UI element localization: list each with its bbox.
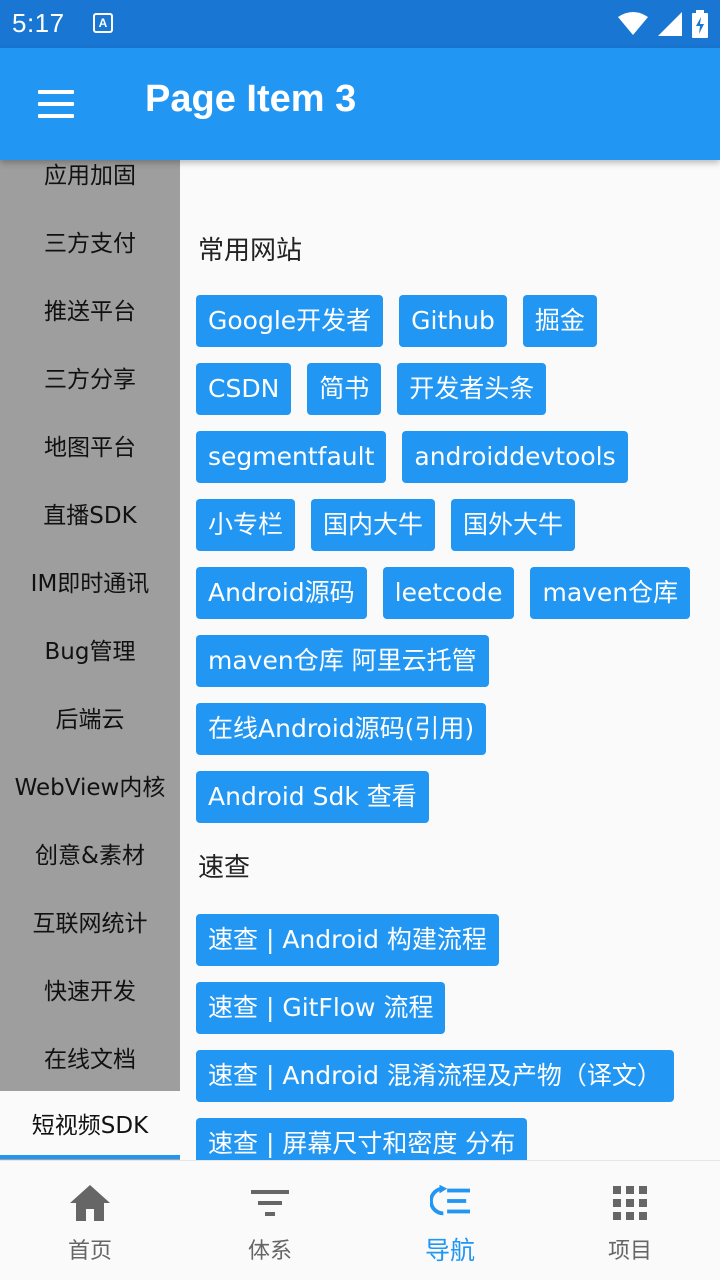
link-chip[interactable]: Github bbox=[399, 295, 507, 347]
signal-icon bbox=[658, 12, 682, 36]
link-chip[interactable]: maven仓库 bbox=[530, 567, 691, 619]
chip-group: 速查 | Android 构建流程 速查 | GitFlow 流程速查 | And… bbox=[196, 914, 704, 1160]
link-chip[interactable]: 掘金 bbox=[522, 295, 597, 347]
link-chip[interactable]: 速查 | 屏幕尺寸和密度 分布 bbox=[196, 1118, 528, 1160]
link-chip[interactable]: 小专栏 bbox=[196, 499, 296, 551]
bottom-navigation: 首页 体系 导航 项目 bbox=[0, 1160, 720, 1280]
menu-icon[interactable] bbox=[26, 82, 86, 126]
status-bar: 5:17 A bbox=[0, 0, 720, 48]
sidebar-item[interactable]: 快速开发 bbox=[0, 955, 180, 1023]
link-chip[interactable]: maven仓库 阿里云托管 bbox=[196, 635, 489, 687]
link-chip[interactable]: 速查 | GitFlow 流程 bbox=[196, 982, 446, 1034]
filter-icon bbox=[250, 1183, 290, 1223]
sidebar-list: 应用加固 三方支付 推送平台 三方分享 地图平台 直播SDK IM即时通讯 Bug管理 后端云 W… bbox=[0, 160, 180, 1159]
sidebar-item[interactable]: Bug管理 bbox=[0, 615, 180, 683]
sidebar-item[interactable]: IM即时通讯 bbox=[0, 547, 180, 615]
nav-item-system[interactable]: 体系 bbox=[180, 1161, 360, 1280]
link-chip[interactable]: 简书 bbox=[307, 363, 382, 415]
wifi-icon bbox=[618, 12, 648, 35]
sidebar-item[interactable]: 应用加固 bbox=[0, 160, 180, 207]
nav-label: 导航 bbox=[424, 1236, 475, 1265]
link-chip[interactable]: 国外大牛 bbox=[451, 499, 576, 551]
nav-item-project[interactable]: 项目 bbox=[540, 1161, 720, 1280]
nav-label: 体系 bbox=[247, 1239, 292, 1264]
category-sidebar[interactable]: 应用加固 三方支付 推送平台 三方分享 地图平台 直播SDK IM即时通讯 Bug管理 后端云 W… bbox=[0, 160, 180, 1160]
sidebar-item[interactable]: WebView内核 bbox=[0, 751, 180, 819]
nav-label: 项目 bbox=[607, 1239, 652, 1264]
status-icons bbox=[618, 10, 708, 38]
status-time: 5:17 bbox=[12, 8, 65, 38]
link-chip[interactable]: Google开发者 bbox=[196, 295, 384, 347]
link-chip[interactable]: 速查 | Android 构建流程 bbox=[196, 914, 499, 966]
nav-label: 首页 bbox=[67, 1239, 112, 1264]
link-chip[interactable]: 国内大牛 bbox=[311, 499, 436, 551]
sidebar-item[interactable]: 直播SDK bbox=[0, 479, 180, 547]
sidebar-item[interactable]: 推送平台 bbox=[0, 275, 180, 343]
home-icon bbox=[70, 1183, 110, 1223]
notification-icon: A bbox=[93, 13, 113, 33]
link-chip[interactable]: leetcode bbox=[382, 567, 515, 619]
nav-item-home[interactable]: 首页 bbox=[0, 1161, 180, 1280]
nav-item-navigation[interactable]: 导航 bbox=[360, 1161, 540, 1280]
apps-grid-icon bbox=[610, 1183, 650, 1223]
link-chip[interactable]: androiddevtools bbox=[402, 431, 628, 483]
link-chip[interactable]: 在线Android源码(引用) bbox=[196, 703, 487, 755]
page-title: Page Item 3 bbox=[145, 78, 357, 120]
sidebar-item[interactable]: 互联网统计 bbox=[0, 887, 180, 955]
app-bar: Page Item 3 bbox=[0, 48, 720, 160]
link-chip[interactable]: segmentfault bbox=[196, 431, 387, 483]
link-chip[interactable]: CSDN bbox=[196, 363, 292, 415]
link-chip[interactable]: Android Sdk 查看 bbox=[196, 771, 429, 823]
sidebar-item[interactable]: 三方分享 bbox=[0, 343, 180, 411]
link-chip[interactable]: 速查 | Android 混淆流程及产物（译文） bbox=[196, 1050, 674, 1102]
sidebar-item[interactable]: 三方支付 bbox=[0, 207, 180, 275]
sidebar-item[interactable]: 地图平台 bbox=[0, 411, 180, 479]
battery-icon bbox=[692, 10, 708, 38]
sidebar-item[interactable]: 创意&素材 bbox=[0, 819, 180, 887]
link-chip[interactable]: Android源码 bbox=[196, 567, 367, 619]
section-title: 速查 bbox=[198, 853, 251, 883]
sidebar-item[interactable]: 后端云 bbox=[0, 683, 180, 751]
section-title: 常用网站 bbox=[198, 236, 303, 266]
sidebar-item[interactable]: 短视频SDK bbox=[0, 1091, 180, 1159]
content-area[interactable]: 常用网站 Google开发者 Github 掘金 CSDN 简书 开发者头条 segment… bbox=[180, 160, 720, 1160]
sidebar-item[interactable]: 在线文档 bbox=[0, 1023, 180, 1091]
link-chip[interactable]: 开发者头条 bbox=[397, 363, 547, 415]
navigation-icon bbox=[430, 1181, 470, 1221]
chip-group: Google开发者 Github 掘金 CSDN 简书 开发者头条 segmentfault… bbox=[196, 295, 704, 823]
